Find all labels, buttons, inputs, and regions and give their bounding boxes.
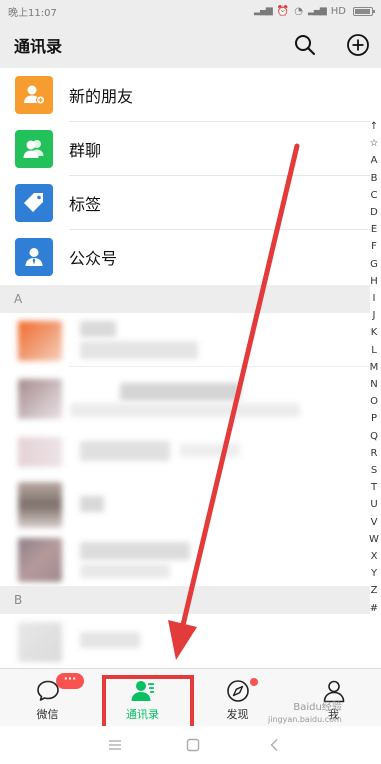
contact-name-redacted (80, 321, 116, 337)
index-letter[interactable]: I (373, 290, 376, 307)
menu-item-official-accounts[interactable]: 公众号 (0, 230, 370, 284)
index-letter[interactable]: T (371, 479, 377, 496)
avatar (18, 482, 62, 528)
index-letter[interactable]: S (371, 462, 377, 479)
signal-icon: ▂▄▆ (254, 6, 273, 16)
alphabet-index[interactable]: ↑ ☆ A B C D E F G H I J K L M N O P Q R S T U V W X Y Z # (367, 118, 381, 617)
index-letter[interactable]: M (370, 359, 379, 376)
menu-item-tags[interactable]: 标签 (0, 176, 370, 230)
contact-name-redacted (80, 632, 140, 648)
unread-badge: ··· (56, 673, 84, 689)
status-time: 晚上11:07 (8, 7, 57, 19)
index-letter[interactable]: V (371, 514, 378, 531)
search-icon[interactable] (293, 33, 317, 57)
tab-contacts[interactable]: 通讯录 (95, 669, 190, 727)
index-letter[interactable]: P (371, 410, 377, 427)
tab-label: 发现 (226, 708, 249, 721)
menu-item-group-chats[interactable]: 群聊 (0, 122, 370, 176)
index-letter[interactable]: N (370, 376, 377, 393)
index-letter[interactable]: R (371, 445, 378, 462)
contact-name-redacted (80, 341, 198, 359)
avatar (18, 622, 62, 662)
index-letter[interactable]: C (371, 187, 378, 204)
contact-name-redacted (80, 542, 190, 560)
contact-name-redacted (120, 383, 240, 401)
contact-name-redacted (80, 496, 104, 512)
status-icons: ▂▄▆ ⏰ ◔ ▂▄▆ HD (254, 5, 375, 17)
cell-signal-icon: ▂▄▆ (308, 6, 327, 16)
list-item[interactable] (0, 532, 370, 586)
watermark: Baidu经验 jingyan.baidu.com (268, 702, 342, 726)
menu-item-new-friends[interactable]: 新的朋友 (0, 68, 370, 122)
menu-item-label: 新的朋友 (69, 87, 134, 106)
list-item[interactable] (0, 369, 370, 423)
index-letter[interactable]: Y (371, 565, 377, 582)
menu-item-label: 群聊 (69, 141, 102, 160)
index-letter[interactable]: D (370, 204, 378, 221)
tag-icon (15, 184, 53, 222)
menu-icon[interactable] (104, 734, 126, 756)
menu-item-label: 公众号 (69, 249, 118, 268)
notification-dot (250, 678, 258, 686)
page-title: 通讯录 (14, 37, 63, 56)
person-icon (323, 680, 344, 703)
page-header: 通讯录 (0, 22, 381, 68)
list-item[interactable] (0, 478, 370, 532)
wifi-icon: ◔ (294, 5, 303, 17)
index-letter[interactable]: B (371, 170, 378, 187)
index-letter[interactable]: # (370, 600, 378, 617)
index-letter[interactable]: G (370, 256, 378, 273)
system-nav-bar (0, 726, 381, 764)
tab-label: 微信 (36, 708, 59, 721)
section-letter: A (14, 292, 23, 306)
index-letter[interactable]: L (371, 342, 377, 359)
index-letter[interactable]: J (373, 307, 376, 324)
index-letter[interactable]: Q (370, 428, 378, 445)
index-letter[interactable]: A (371, 152, 378, 169)
list-item[interactable] (0, 313, 370, 367)
index-letter[interactable]: X (371, 548, 378, 565)
back-icon[interactable] (263, 734, 285, 756)
add-friend-icon (15, 76, 53, 114)
contact-name-redacted (80, 441, 170, 461)
index-letter[interactable]: W (369, 531, 379, 548)
watermark-title: Baidu经验 (293, 702, 342, 713)
section-letter: B (14, 593, 23, 607)
section-header-a: A (0, 285, 370, 313)
battery-icon (353, 6, 375, 16)
list-item[interactable] (0, 425, 370, 479)
tab-chats[interactable]: 微信 ··· (0, 669, 95, 727)
avatar (18, 538, 62, 582)
group-chat-icon (15, 130, 53, 168)
contact-name-redacted (180, 443, 240, 457)
network-type: HD (330, 5, 346, 17)
tab-label: 通讯录 (126, 708, 159, 721)
official-account-icon (15, 238, 53, 276)
divider (69, 366, 370, 367)
index-letter[interactable]: O (370, 393, 378, 410)
menu-item-label: 标签 (69, 195, 102, 214)
home-icon[interactable] (182, 734, 204, 756)
index-letter[interactable]: E (371, 221, 377, 238)
avatar (18, 379, 62, 419)
avatar (18, 437, 62, 467)
list-item[interactable] (0, 614, 370, 668)
index-letter[interactable]: U (370, 496, 377, 513)
compass-icon (226, 680, 249, 702)
index-letter[interactable]: F (371, 238, 377, 255)
avatar (18, 321, 62, 361)
status-bar: 晚上11:07 ▂▄▆ ⏰ ◔ ▂▄▆ HD (0, 0, 381, 22)
index-letter[interactable]: ☆ (370, 135, 379, 152)
index-letter[interactable]: K (371, 324, 378, 341)
contact-name-redacted (70, 403, 300, 417)
section-header-b: B (0, 586, 370, 614)
contacts-icon (131, 681, 154, 701)
alarm-icon: ⏰ (276, 5, 290, 17)
contact-name-redacted (80, 564, 170, 578)
index-letter[interactable]: H (370, 273, 378, 290)
index-letter[interactable]: ↑ (370, 118, 378, 135)
add-icon[interactable] (346, 33, 370, 57)
index-letter[interactable]: Z (371, 582, 378, 599)
watermark-url: jingyan.baidu.com (268, 715, 342, 724)
